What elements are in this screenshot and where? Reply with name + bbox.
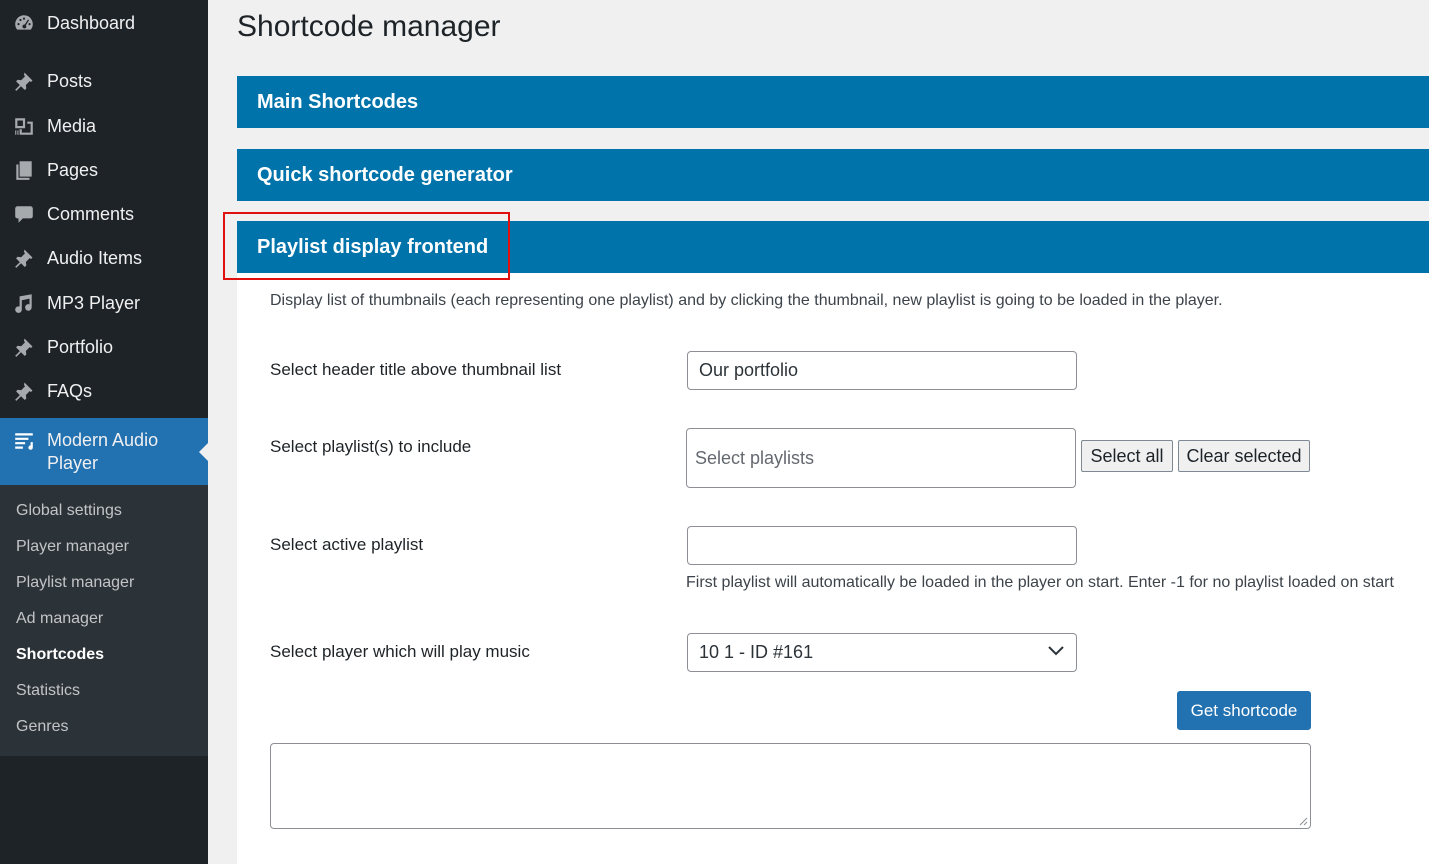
menu-label: Modern Audio Player <box>47 430 159 473</box>
playlists-placeholder: Select playlists <box>695 447 815 468</box>
player-select-value: 10 1 - ID #161 <box>699 642 814 662</box>
pushpin-icon <box>12 246 36 270</box>
pushpin-icon <box>12 379 36 403</box>
menu-label: Audio Items <box>47 247 143 268</box>
menu-item-mp3-player[interactable]: MP3 Player <box>0 283 208 323</box>
submenu: Global settings Player manager Playlist … <box>0 485 208 756</box>
submenu-item-playlist-manager[interactable]: Playlist manager <box>16 574 134 592</box>
menu-label: Portfolio <box>47 336 114 357</box>
page-title: Shortcode manager <box>237 10 501 43</box>
menu-label: Pages <box>47 159 99 180</box>
menu-item-audio-items[interactable]: Audio Items <box>0 238 208 278</box>
menu-label: Media <box>47 115 97 136</box>
active-playlist-help: First playlist will automatically be loa… <box>686 574 1394 591</box>
menu-item-pages[interactable]: Pages <box>0 150 208 190</box>
active-playlist-label: Select active playlist <box>270 535 424 554</box>
pushpin-icon <box>12 335 36 359</box>
panel-main-shortcodes[interactable]: Main Shortcodes <box>237 76 1429 128</box>
submenu-item-global-settings[interactable]: Global settings <box>16 502 122 520</box>
playlists-label: Select playlist(s) to include <box>270 437 472 456</box>
menu-item-dashboard[interactable]: Dashboard <box>0 3 208 43</box>
header-title-label: Select header title above thumbnail list <box>270 360 562 379</box>
submenu-item-genres[interactable]: Genres <box>16 718 68 736</box>
current-menu-arrow <box>199 443 208 461</box>
panel-playlist-display-frontend[interactable]: Playlist display frontend <box>237 221 1429 273</box>
menu-item-modern-audio-player[interactable]: Modern Audio Player <box>0 418 208 485</box>
active-playlist-input[interactable] <box>687 526 1077 565</box>
clear-selected-button[interactable]: Clear selected <box>1178 440 1310 472</box>
shortcode-output-textarea[interactable] <box>270 743 1311 829</box>
player-select[interactable]: 10 1 - ID #161 <box>687 633 1077 672</box>
menu-item-faqs[interactable]: FAQs <box>0 371 208 411</box>
comment-icon <box>12 202 36 226</box>
pushpin-icon <box>12 69 36 93</box>
panel-quick-shortcode-generator[interactable]: Quick shortcode generator <box>237 149 1429 201</box>
media-icon <box>12 114 36 138</box>
player-label: Select player which will play music <box>270 642 530 661</box>
playlist-icon <box>12 429 36 453</box>
menu-item-portfolio[interactable]: Portfolio <box>0 327 208 367</box>
get-shortcode-button[interactable]: Get shortcode <box>1177 691 1311 730</box>
submenu-item-ad-manager[interactable]: Ad manager <box>16 610 103 628</box>
menu-item-comments[interactable]: Comments <box>0 194 208 234</box>
menu-item-media[interactable]: Media <box>0 106 208 146</box>
header-title-input[interactable]: Our portfolio <box>687 351 1077 390</box>
submenu-item-player-manager[interactable]: Player manager <box>16 538 129 556</box>
submenu-item-shortcodes[interactable]: Shortcodes <box>16 646 104 664</box>
pages-icon <box>12 158 36 182</box>
select-all-button[interactable]: Select all <box>1081 440 1173 472</box>
resize-grip-icon[interactable] <box>1299 817 1308 826</box>
header-title-value: Our portfolio <box>699 360 799 380</box>
menu-label: Comments <box>47 203 135 224</box>
admin-sidebar: Dashboard Posts Media Pages Comments Aud… <box>0 0 208 864</box>
playlists-multiselect[interactable]: Select playlists <box>686 428 1076 488</box>
panel-description: Display list of thumbnails (each represe… <box>270 292 1223 309</box>
menu-item-posts[interactable]: Posts <box>0 61 208 101</box>
music-note-icon <box>12 291 36 315</box>
menu-label: FAQs <box>47 380 93 401</box>
chevron-down-icon <box>1048 646 1064 656</box>
submenu-item-statistics[interactable]: Statistics <box>16 682 80 700</box>
menu-label: Dashboard <box>47 12 136 33</box>
menu-label: MP3 Player <box>47 292 141 313</box>
menu-label: Posts <box>47 70 93 91</box>
dashboard-icon <box>12 11 36 35</box>
